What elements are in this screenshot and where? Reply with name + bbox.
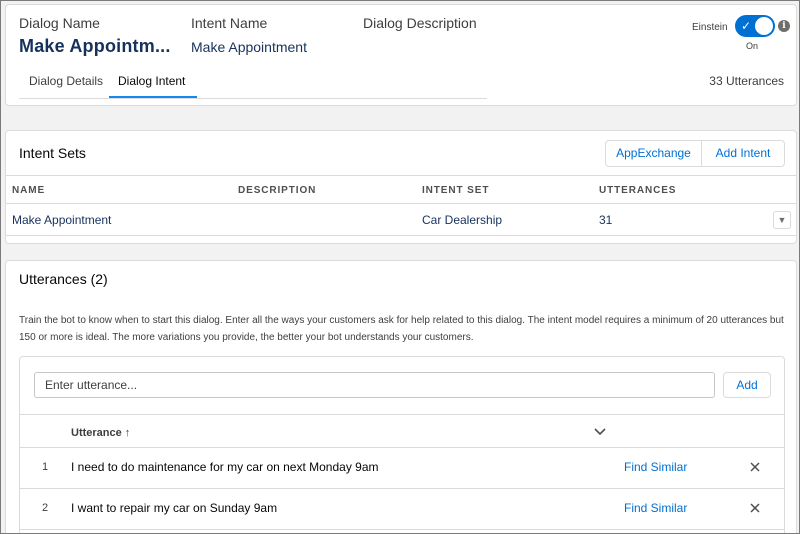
intent-name-cell[interactable]: Make Appointment [12,213,111,227]
app-frame: Dialog Name Make Appointm... Intent Name… [0,0,800,534]
intent-name-field: Intent Name Make Appointment [191,15,307,55]
column-header-intent-set: INTENT SET [422,185,490,196]
utterance-column-label: Utterance [71,427,122,439]
sort-arrow-icon: ↑ [124,427,131,439]
dialog-name-label: Dialog Name [19,15,100,31]
toggle-knob [755,17,773,35]
utterance-column-header[interactable]: Utterance ↑ [71,427,130,439]
chevron-down-icon: ▼ [777,215,787,225]
tab-divider [19,98,487,99]
close-icon[interactable] [748,501,762,515]
row-number: 2 [42,502,49,514]
intent-name-value: Make Appointment [191,39,307,55]
row-number: 1 [42,461,49,473]
dialog-name-value: Make Appointm... [19,36,171,56]
intent-sets-card: Intent Sets AppExchange Add Intent NAME … [5,130,797,244]
check-icon: ✓ [741,19,752,33]
tab-dialog-intent[interactable]: Dialog Intent [118,74,185,88]
column-header-description: DESCRIPTION [238,185,317,196]
table-row: Make Appointment Car Dealership 31 ▼ [6,204,796,236]
chevron-down-icon[interactable] [593,425,607,439]
einstein-toggle-group: Einstein ✓ On i [692,15,790,51]
dialog-description-field: Dialog Description [363,15,477,39]
einstein-toggle-state: On [746,41,759,51]
list-item: 1 I need to do maintenance for my car on… [20,448,784,489]
dialog-description-label: Dialog Description [363,15,477,31]
dialog-tabs: Dialog Details Dialog Intent 33 Utteranc… [6,67,796,99]
intent-table-header: NAME DESCRIPTION INTENT SET UTTERANCES [6,175,796,204]
appexchange-button[interactable]: AppExchange [605,140,702,167]
dialog-name-field: Dialog Name Make Appointm... [19,15,171,57]
dialog-header-card: Dialog Name Make Appointm... Intent Name… [5,4,797,106]
row-actions-dropdown[interactable]: ▼ [773,211,791,229]
close-icon[interactable] [748,460,762,474]
utterance-text: I need to do maintenance for my car on n… [71,460,379,474]
einstein-toggle[interactable]: ✓ [735,15,775,37]
column-header-utterances: UTTERANCES [599,185,677,196]
find-similar-link[interactable]: Find Similar [624,501,687,515]
tab-dialog-details[interactable]: Dialog Details [29,74,103,88]
intent-sets-button-group: AppExchange Add Intent [605,140,785,167]
utterance-table-header: Utterance ↑ [20,414,784,448]
column-header-name: NAME [12,185,46,196]
info-icon[interactable]: i [778,20,790,32]
add-intent-button[interactable]: Add Intent [702,140,785,167]
utterances-description: Train the bot to know when to start this… [19,315,784,343]
utterances-panel: Add Utterance↑ 1 I need to do maintenanc… [19,356,785,533]
einstein-label: Einstein [692,22,728,33]
utterances-title: Utterances (2) [19,271,108,287]
intent-set-cell[interactable]: Car Dealership [422,213,502,227]
utterance-input[interactable] [34,372,715,398]
intent-utterances-cell: 31 [599,213,613,227]
intent-sets-title: Intent Sets [19,145,86,161]
add-utterance-button[interactable]: Add [723,372,771,398]
intent-name-label: Intent Name [191,15,268,31]
find-similar-link[interactable]: Find Similar [624,460,687,474]
utterance-count: 33 Utterances [709,74,784,88]
list-item: 2 I want to repair my car on Sunday 9am … [20,489,784,530]
utterance-text: I want to repair my car on Sunday 9am [71,501,278,515]
utterances-card: Utterances (2) Train the bot to know whe… [5,260,797,533]
